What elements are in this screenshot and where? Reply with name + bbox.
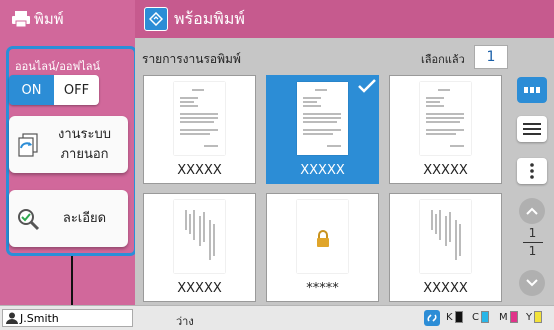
document-thumbnail [420, 82, 471, 155]
title-bar: พร้อมพิมพ์ [135, 0, 554, 38]
status-bar: J.Smith ว่าง K C M Y [0, 305, 554, 330]
page-indicator: 1 1 [511, 227, 554, 258]
app-header-left: พิมพ์ [0, 0, 135, 38]
job-name: ***** [306, 281, 339, 296]
document-thumbnail [174, 200, 225, 273]
selected-count: 1 [474, 45, 508, 69]
document-thumbnail [174, 82, 225, 155]
job-name: XXXXX [300, 163, 345, 178]
link-icon[interactable] [424, 310, 440, 326]
job-list-area: รายการงานรอพิมพ์ เลือกแล้ว 1 XXXXX XXXXX [135, 38, 554, 305]
user-name: J.Smith [20, 311, 59, 325]
user-button[interactable]: J.Smith [2, 309, 133, 327]
view-controls: 1 1 [511, 38, 554, 305]
sidebar: พิมพ์ ออนไลน์/ออฟไลน์ ON OFF งานระบบ ภาย… [0, 0, 137, 305]
job-name: XXXXX [423, 163, 468, 178]
document-thumbnail [420, 200, 471, 273]
external-jobs-icon [9, 132, 47, 158]
page-title: พร้อมพิมพ์ [174, 8, 245, 28]
job-name: XXXXX [423, 281, 468, 296]
more-menu-button[interactable] [517, 158, 547, 184]
on-button[interactable]: ON [9, 75, 54, 105]
off-button[interactable]: OFF [54, 75, 99, 105]
online-offline-label: ออนไลน์/ออฟไลน์ [15, 60, 101, 73]
ink-y: Y [526, 311, 543, 323]
ink-k: K [446, 311, 463, 323]
scroll-down-button[interactable] [519, 270, 545, 296]
job-grid: XXXXX XXXXX XXXXX XXXXX ***** XXXXX [143, 75, 503, 302]
lock-icon [315, 230, 331, 252]
total-pages: 1 [528, 244, 537, 258]
job-card[interactable]: XXXXX [389, 193, 502, 302]
selected-label: เลือกแล้ว [421, 53, 465, 66]
job-card-locked[interactable]: ***** [266, 193, 379, 302]
ink-c: C [472, 311, 489, 323]
job-name: XXXXX [177, 281, 222, 296]
job-card[interactable]: XXXXX [143, 193, 256, 302]
online-offline-toggle: ON OFF [9, 75, 99, 105]
printer-icon [10, 9, 32, 29]
current-page: 1 [528, 226, 537, 240]
app-name: พิมพ์ [34, 10, 64, 28]
details-button[interactable]: ละเอียด [9, 190, 128, 247]
ink-m: M [499, 311, 518, 323]
user-icon [6, 312, 18, 324]
job-card-selected[interactable]: XXXXX [266, 75, 379, 184]
details-label: ละเอียด [62, 210, 107, 226]
print-app: พิมพ์ ออนไลน์/ออฟไลน์ ON OFF งานระบบ ภาย… [0, 0, 554, 330]
job-name: XXXXX [177, 163, 222, 178]
job-card[interactable]: XXXXX [389, 75, 502, 184]
list-view-button[interactable] [517, 116, 547, 142]
external-button-line1: งานระบบ [57, 126, 111, 142]
status-text: ว่าง [176, 315, 194, 328]
job-list-title: รายการงานรอพิมพ์ [142, 52, 241, 66]
checkmark-icon [357, 78, 377, 98]
external-system-jobs-button[interactable]: งานระบบ ภายนอก [9, 116, 128, 173]
thumbnail-view-button[interactable] [517, 77, 547, 103]
job-card[interactable]: XXXXX [143, 75, 256, 184]
diamond-icon [144, 7, 168, 31]
scroll-up-button[interactable] [519, 198, 545, 224]
magnifier-icon [9, 207, 47, 231]
document-thumbnail [297, 82, 348, 155]
external-button-line2: ภายนอก [60, 146, 109, 162]
